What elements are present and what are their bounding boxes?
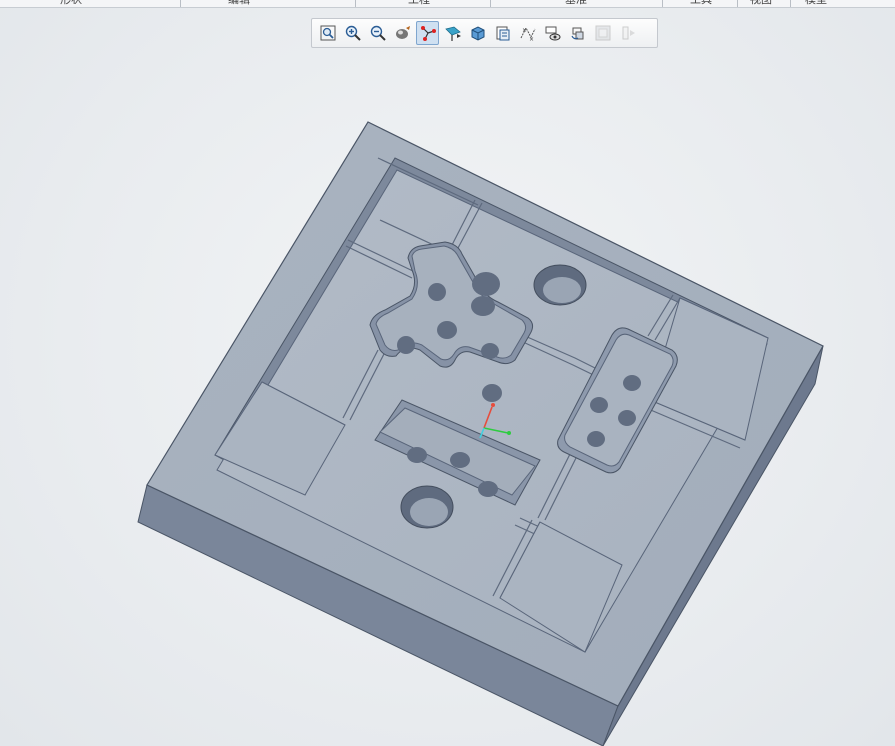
graphics-viewport[interactable] [0, 50, 895, 746]
mold-plate-model[interactable] [0, 0, 895, 746]
